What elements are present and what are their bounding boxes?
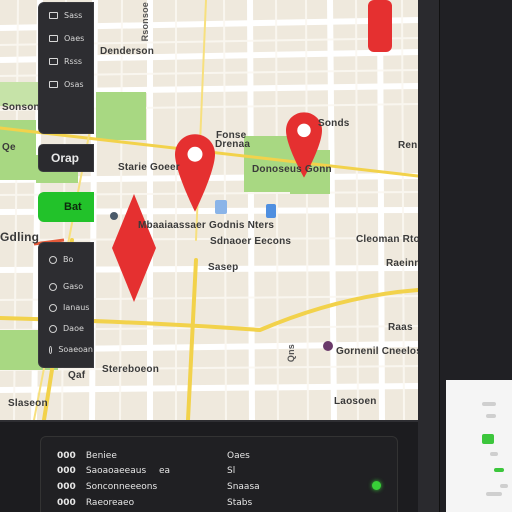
- map-label: Sonds: [318, 118, 350, 129]
- options-panel: Bo Gaso Ianaus Daoe Soaeoan: [38, 242, 94, 368]
- menu-item-places[interactable]: Oaes: [39, 30, 93, 47]
- list-item[interactable]: 000 Saoaoaeeaus ea: [57, 466, 170, 476]
- map-label: Donoseus Gonn: [252, 164, 332, 175]
- map-label: Gdling: [0, 230, 40, 244]
- list-icon: [49, 81, 58, 88]
- menu-item-layers[interactable]: Sass: [39, 7, 93, 24]
- list-item[interactable]: 000 Sonconneeeons: [57, 482, 157, 492]
- map-label: Mbaaiaassaer Godnis Nters: [138, 220, 275, 231]
- list-item-value: Sl: [227, 466, 236, 476]
- status-indicator-icon: [372, 481, 381, 490]
- layers-icon: [49, 12, 58, 19]
- list-item-value: Oaes: [227, 451, 250, 461]
- layers-menu: Sass Oaes Rsss Osas: [38, 2, 94, 134]
- map-label: Qe: [2, 142, 16, 153]
- destination-marker-icon[interactable]: [112, 194, 156, 302]
- results-list: 000 Beniee Oaes 000 Saoaoaeeaus ea Sl 00…: [40, 436, 398, 512]
- route-icon: [49, 58, 58, 65]
- menu-item-list[interactable]: Osas: [39, 76, 93, 93]
- map-pin-icon[interactable]: [175, 134, 215, 212]
- list-item-value: Stabs: [227, 498, 253, 508]
- map-label: Slaseon: [8, 398, 48, 409]
- radio-icon: [49, 324, 57, 333]
- list-item[interactable]: 000 Beniee: [57, 451, 117, 461]
- map-label: Cleoman Rto: [356, 234, 418, 245]
- map-label: Gornenil Cneelos: [336, 346, 418, 357]
- radio-icon: [49, 345, 53, 354]
- clear-button[interactable]: Orap: [38, 144, 94, 172]
- route-segment: [368, 0, 392, 52]
- radio-icon: [49, 303, 57, 312]
- results-panel: 000 Beniee Oaes 000 Saoaoaeeaus ea Sl 00…: [0, 420, 418, 512]
- panel-divider: [418, 0, 440, 512]
- map-label: Sasep: [208, 262, 239, 273]
- option-item[interactable]: Gaso: [39, 276, 93, 297]
- map-label: Qns: [286, 344, 296, 363]
- option-item[interactable]: Daoe: [39, 318, 93, 339]
- pin-icon: [49, 35, 58, 42]
- list-item[interactable]: 000 Raeoreaeo: [57, 498, 134, 508]
- map-label: Denderson: [100, 46, 155, 57]
- minimap-preview[interactable]: [446, 380, 512, 512]
- map-label: Renn: [398, 140, 418, 151]
- map-label: Starie Goeer: [118, 162, 180, 173]
- map-label: Raas: [388, 322, 413, 333]
- map-label: Rsonsoe: [140, 2, 150, 42]
- option-item[interactable]: Bo: [39, 249, 93, 270]
- map-label: Drenaa: [215, 139, 251, 150]
- menu-item-routes[interactable]: Rsss: [39, 53, 93, 70]
- map-label: Qaf: [68, 370, 86, 381]
- list-item-value: Snaasa: [227, 482, 260, 492]
- radio-icon: [49, 255, 57, 264]
- map-label: Laosoen: [334, 396, 377, 407]
- map-label: Sdnaoer Eecons: [210, 236, 292, 247]
- option-item[interactable]: Ianaus: [39, 297, 93, 318]
- option-item[interactable]: Soaeoan: [39, 339, 93, 360]
- radio-icon: [49, 282, 57, 291]
- go-button[interactable]: Bat: [38, 192, 94, 222]
- map-label: Stereboeon: [102, 364, 160, 375]
- map-label: Raeinn: [386, 258, 418, 269]
- park-area: [96, 92, 146, 140]
